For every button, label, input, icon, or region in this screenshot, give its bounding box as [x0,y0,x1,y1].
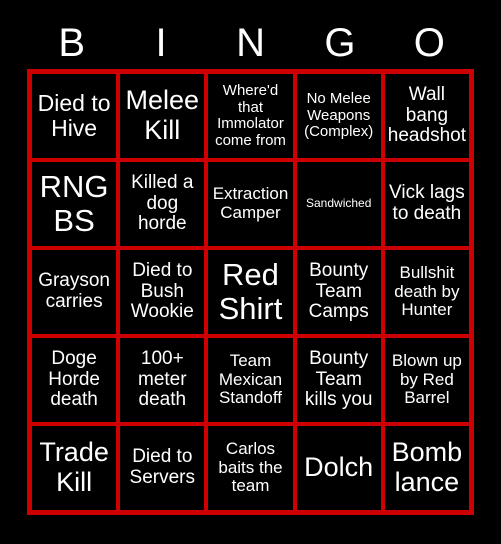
bingo-cell[interactable]: Killed a dog horde [118,160,207,248]
bingo-cell[interactable]: Carlos baits the team [206,424,295,512]
bingo-cell-label: 100+ meter death [138,347,187,411]
bingo-cell-label: Doge Horde death [48,347,100,411]
bingo-cell[interactable]: Melee Kill [118,72,207,160]
bingo-cell-label: Bounty Team Camps [308,259,369,323]
bingo-cell-label: Extraction Camper [212,184,289,222]
bingo-cell[interactable]: RNG BS [30,160,119,248]
bingo-cell-label: Red Shirt [218,256,283,326]
bingo-cell[interactable]: Died to Servers [118,424,207,512]
bingo-header-letter-5: O [413,21,445,65]
bingo-cell-label: Wall bang headshot [387,83,466,147]
bingo-header: BINGO [27,18,474,68]
bingo-cell-label: Dolch [304,452,374,483]
bingo-cell-label: Where'd that Immolator come from [215,82,286,149]
bingo-cell[interactable]: Extraction Camper [206,160,295,248]
bingo-cell[interactable]: Bounty Team Camps [294,248,383,336]
bingo-cell[interactable]: Dolch [294,424,383,512]
bingo-cell-label: Trade Kill [39,437,109,497]
bingo-cell[interactable]: Died to Hive [30,72,119,160]
bingo-cell-label: Bullshit death by Hunter [394,262,460,320]
bingo-cell-label: Carlos baits the team [218,438,283,496]
bingo-cell-label: Died to Bush Wookie [130,259,194,323]
bingo-header-letter-3: N [236,21,265,65]
bingo-cell[interactable]: Where'd that Immolator come from [206,72,295,160]
bingo-cell-label: Melee Kill [125,85,200,145]
bingo-cell-label: Vick lags to death [389,182,465,224]
bingo-cell[interactable]: Died to Bush Wookie [118,248,207,336]
bingo-grid: Died to Hive Melee Kill Where'd that Immol… [27,69,474,515]
bingo-cell-label: No Melee Weapons (Complex) [304,90,374,141]
bingo-card: B I N G O Died to Hive Melee Kill Where'd that… [0,0,501,544]
bingo-cell[interactable]: Doge Horde death [30,336,119,424]
bingo-cell[interactable]: 100+ meter death [118,336,207,424]
bingo-cell-label: Team Mexican Standoff [218,350,283,408]
bingo-cell[interactable]: Vick lags to death [382,160,471,248]
bingo-cell[interactable]: Team Mexican Standoff [206,336,295,424]
bingo-cell[interactable]: Blown up by Red Barrel [382,336,471,424]
bingo-cell-label: RNG BS [39,168,109,238]
bingo-cell[interactable]: Wall bang headshot [382,72,471,160]
bingo-cell-label: Blown up by Red Barrel [391,350,462,408]
bingo-cell[interactable]: No Melee Weapons (Complex) [294,72,383,160]
bingo-cell[interactable]: Grayson carries [30,248,119,336]
bingo-header-letter-4: G [324,21,356,65]
bingo-cell-label: Sandwiched [306,196,372,211]
bingo-cell[interactable]: Sandwiched [294,160,383,248]
bingo-cell-label: Grayson carries [38,270,110,312]
bingo-header-letter-2: I [155,21,167,65]
bingo-header-letter-1: B [58,21,86,65]
bingo-cell-label: Killed a dog horde [131,171,194,235]
bingo-cell-label: Died to Servers [129,446,196,488]
bingo-cell[interactable]: Bullshit death by Hunter [382,248,471,336]
bingo-cell-label: Bomb lance [391,437,463,497]
bingo-cell[interactable]: Bomb lance [382,424,471,512]
bingo-cell[interactable]: Trade Kill [30,424,119,512]
bingo-cell[interactable]: Red Shirt [206,248,295,336]
bingo-cell-label: Bounty Team kills you [304,347,373,411]
bingo-cell[interactable]: Bounty Team kills you [294,336,383,424]
bingo-cell-label: Died to Hive [37,89,111,141]
